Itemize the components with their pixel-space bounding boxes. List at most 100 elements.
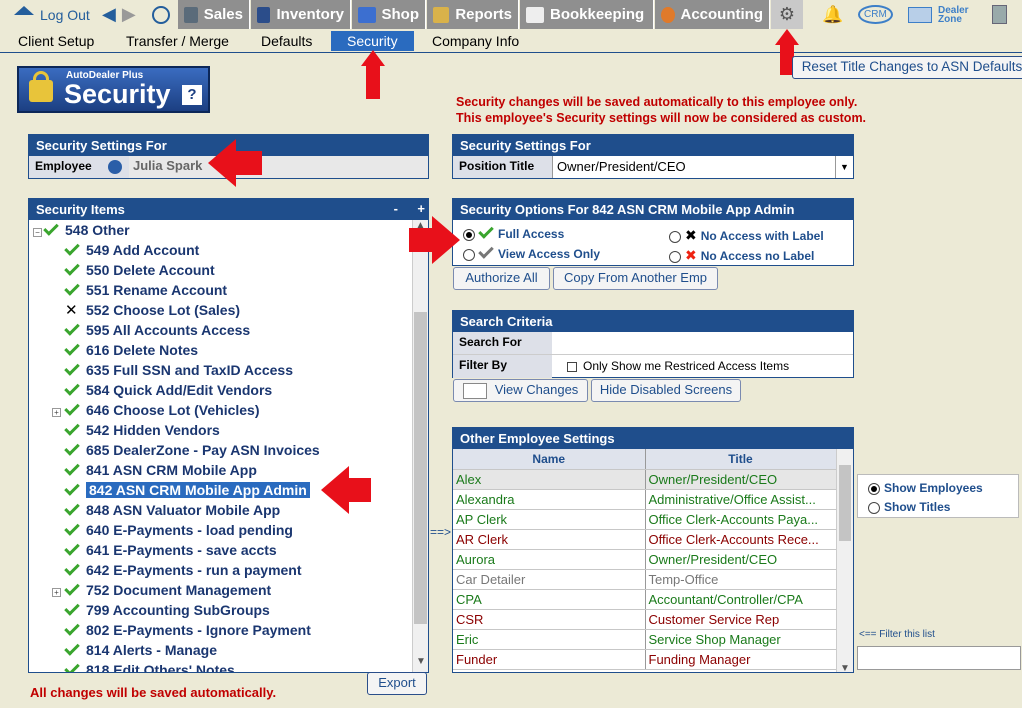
tab-company-info[interactable]: Company Info: [432, 33, 519, 49]
show-employees-option[interactable]: Show Employees: [868, 481, 983, 495]
employee-name-cell[interactable]: Aurora: [453, 549, 646, 570]
tree-item[interactable]: 685 DealerZone - Pay ASN Invoices: [64, 440, 320, 460]
employee-title-cell[interactable]: Office Clerk-Accounts Rece...: [645, 529, 836, 550]
tree-item[interactable]: 642 E-Payments - run a payment: [64, 560, 302, 580]
tree-item[interactable]: 550 Delete Account: [64, 260, 215, 280]
tree-item[interactable]: 841 ASN CRM Mobile App: [64, 460, 257, 480]
scrollbar-thumb[interactable]: [414, 312, 427, 624]
logout-link[interactable]: Log Out: [8, 0, 96, 29]
radio-full-access[interactable]: [463, 228, 475, 241]
export-button[interactable]: Export: [367, 672, 427, 695]
table-row[interactable]: CPA Accountant/Controller/CPA: [453, 589, 836, 610]
radio-view-access[interactable]: [463, 248, 475, 261]
employee-title-cell[interactable]: Customer Service Rep: [645, 609, 836, 630]
employee-lookup-icon[interactable]: [101, 156, 129, 178]
search-input[interactable]: [552, 332, 853, 354]
tab-transfer-merge[interactable]: Transfer / Merge: [126, 33, 229, 49]
tree-item[interactable]: ✕ 552 Choose Lot (Sales): [65, 300, 240, 320]
table-row[interactable]: Car Detailer Temp-Office: [453, 569, 836, 590]
table-row[interactable]: CSR Customer Service Rep: [453, 609, 836, 630]
back-arrow-icon[interactable]: ◀: [102, 4, 116, 25]
restricted-filter-checkbox-row[interactable]: Only Show me Restriced Access Items: [552, 355, 853, 378]
table-row[interactable]: AR Clerk Office Clerk-Accounts Rece...: [453, 529, 836, 550]
employee-name-cell[interactable]: Car Detailer: [453, 569, 646, 590]
authorize-all-button[interactable]: Authorize All: [453, 267, 550, 290]
scroll-down-icon[interactable]: ▼: [413, 656, 429, 672]
table-row[interactable]: AP Clerk Office Clerk-Accounts Paya...: [453, 509, 836, 530]
calculator-icon[interactable]: [986, 0, 1013, 29]
tree-item[interactable]: 551 Rename Account: [64, 280, 227, 300]
radio-no-access-label[interactable]: [669, 230, 681, 243]
tree-item[interactable]: 641 E-Payments - save accts: [64, 540, 277, 560]
position-title-select[interactable]: Owner/President/CEO: [552, 156, 835, 178]
bell-icon[interactable]: 🔔: [816, 0, 849, 29]
employee-name-cell[interactable]: Funder: [453, 649, 646, 670]
employee-name-cell[interactable]: CSR: [453, 609, 646, 630]
tree-item[interactable]: 616 Delete Notes: [64, 340, 198, 360]
employee-table-scrollbar[interactable]: ▼: [836, 449, 853, 672]
table-row[interactable]: Funder Funding Manager: [453, 649, 836, 670]
radio-show-titles[interactable]: [868, 501, 880, 514]
employee-title-cell[interactable]: Temp-Office: [645, 569, 836, 590]
employee-name-cell[interactable]: Alex: [453, 469, 646, 490]
employee-field[interactable]: Julia Spark: [129, 156, 428, 178]
table-row[interactable]: Aurora Owner/President/CEO: [453, 549, 836, 570]
employee-title-cell[interactable]: Funding Manager: [645, 649, 836, 670]
employee-title-cell[interactable]: Service Shop Manager: [645, 629, 836, 650]
employee-name-cell[interactable]: AP Clerk: [453, 509, 646, 530]
radio-no-access-no-label[interactable]: [669, 250, 681, 263]
employee-title-cell[interactable]: Owner/President/CEO: [645, 469, 836, 490]
tree-item[interactable]: 595 All Accounts Access: [64, 320, 250, 340]
employee-scroll-down-icon[interactable]: ▼: [837, 663, 853, 672]
option-no-access-label[interactable]: ✖ No Access with Label: [669, 227, 824, 244]
tree-item[interactable]: 640 E-Payments - load pending: [64, 520, 293, 540]
tree-item[interactable]: 848 ASN Valuator Mobile App: [64, 500, 280, 520]
hide-disabled-screens-button[interactable]: Hide Disabled Screens: [591, 379, 741, 402]
tree-item[interactable]: − 548 Other: [33, 220, 130, 240]
tree-item[interactable]: 814 Alerts - Manage: [64, 640, 217, 660]
tab-client-setup[interactable]: Client Setup: [18, 33, 94, 49]
tree-item[interactable]: +646 Choose Lot (Vehicles): [52, 400, 260, 420]
user-icon[interactable]: [146, 0, 176, 29]
employee-title-cell[interactable]: Administrative/Office Assist...: [645, 489, 836, 510]
tree-item[interactable]: 542 Hidden Vendors: [64, 420, 220, 440]
tab-reports[interactable]: Reports: [427, 0, 519, 29]
gear-icon[interactable]: ⚙: [771, 0, 803, 29]
tree-item[interactable]: 818 Edit Others' Notes: [64, 660, 235, 672]
tree-item[interactable]: 635 Full SSN and TaxID Access: [64, 360, 293, 380]
restricted-filter-checkbox[interactable]: [567, 361, 577, 372]
column-header-name[interactable]: Name: [453, 449, 646, 470]
table-row[interactable]: Alexandra Administrative/Office Assist...: [453, 489, 836, 510]
option-view-access[interactable]: View Access Only: [463, 243, 600, 261]
employee-name-cell[interactable]: Eric: [453, 629, 646, 650]
tree-item[interactable]: 584 Quick Add/Edit Vendors: [64, 380, 272, 400]
reset-title-changes-button[interactable]: Reset Title Changes to ASN Defaults: [792, 56, 1022, 79]
forward-arrow-icon[interactable]: ▶: [122, 4, 136, 25]
radio-show-employees[interactable]: [868, 482, 880, 495]
filter-list-input[interactable]: [857, 646, 1021, 670]
show-titles-option[interactable]: Show Titles: [868, 500, 950, 514]
tree-item[interactable]: +752 Document Management: [52, 580, 271, 600]
tree-item[interactable]: 549 Add Account: [64, 240, 199, 260]
back-forward-arrows[interactable]: ◀ ▶: [96, 0, 142, 29]
tab-accounting[interactable]: Accounting: [655, 0, 770, 29]
tree-item[interactable]: 799 Accounting SubGroups: [64, 600, 270, 620]
view-changes-button[interactable]: View Changes: [453, 379, 588, 402]
option-full-access[interactable]: Full Access: [463, 223, 564, 241]
collapse-node-icon[interactable]: −: [33, 228, 42, 237]
dropdown-chevron-icon[interactable]: ▼: [835, 156, 853, 178]
tab-security[interactable]: Security: [331, 31, 414, 51]
employee-title-cell[interactable]: Office Clerk-Accounts Paya...: [645, 509, 836, 530]
tree-item[interactable]: 802 E-Payments - Ignore Payment: [64, 620, 311, 640]
copy-from-another-emp-button[interactable]: Copy From Another Emp: [553, 267, 718, 290]
expand-all-button[interactable]: +: [417, 201, 425, 216]
tab-defaults[interactable]: Defaults: [261, 33, 312, 49]
employee-scroll-thumb[interactable]: [839, 465, 851, 541]
help-icon[interactable]: ?: [182, 85, 202, 105]
employee-title-cell[interactable]: Accountant/Controller/CPA: [645, 589, 836, 610]
tab-inventory[interactable]: Inventory: [251, 0, 351, 29]
tab-bookkeeping[interactable]: Bookkeeping: [520, 0, 654, 29]
expand-node-icon[interactable]: +: [52, 588, 61, 597]
employee-name-cell[interactable]: Alexandra: [453, 489, 646, 510]
expand-node-icon[interactable]: +: [52, 408, 61, 417]
